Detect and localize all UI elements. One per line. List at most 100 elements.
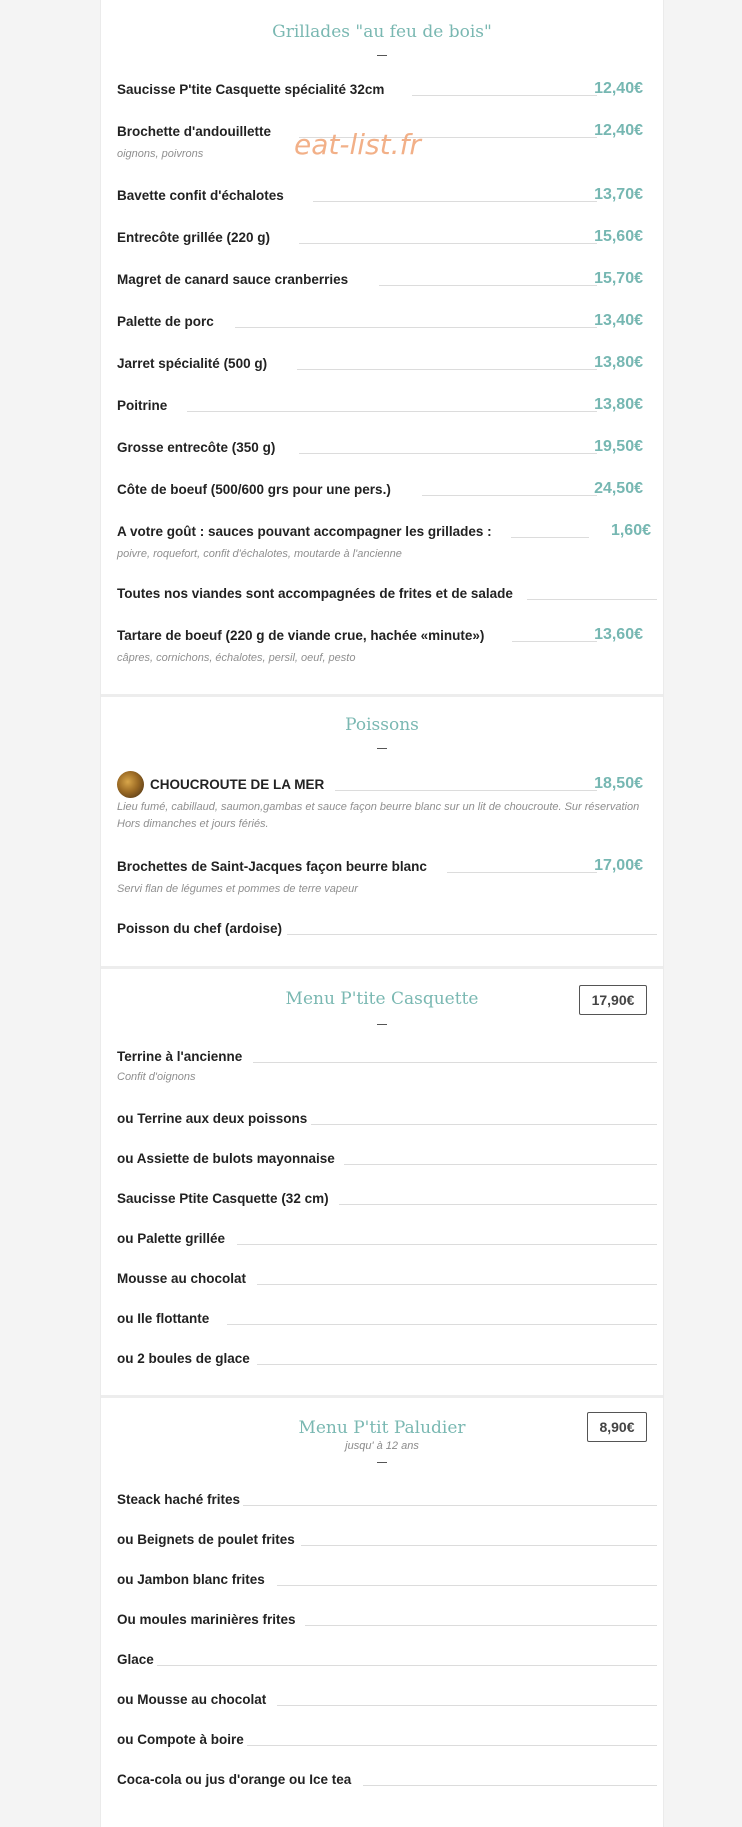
item-name: Coca-cola ou jus d'orange ou Ice tea bbox=[117, 1772, 352, 1787]
item-name: A votre goût : sauces pouvant accompagne… bbox=[117, 524, 492, 539]
menu-item: Palette de porc 13,40€ bbox=[117, 312, 661, 334]
dotted-leader bbox=[227, 1324, 657, 1325]
dotted-leader bbox=[299, 453, 597, 454]
menu-item: Steack haché frites bbox=[117, 1492, 661, 1512]
item-price: 18,50€ bbox=[594, 775, 643, 792]
dotted-leader bbox=[311, 1124, 657, 1125]
item-description: Confit d'oignons bbox=[117, 1071, 196, 1083]
item-price: 13,80€ bbox=[594, 396, 643, 413]
dotted-leader bbox=[305, 1625, 657, 1626]
menu-item: ou Terrine aux deux poissons bbox=[117, 1111, 661, 1131]
item-description: Lieu fumé, cabillaud, saumon,gambas et s… bbox=[117, 801, 640, 830]
menu-item: ou Beignets de poulet frites bbox=[117, 1532, 661, 1552]
dotted-leader bbox=[157, 1665, 657, 1666]
menu-item: Saucisse P'tite Casquette spécialité 32c… bbox=[117, 80, 661, 102]
menu-item: Terrine à l'ancienne bbox=[117, 1049, 661, 1069]
item-name: ou Beignets de poulet frites bbox=[117, 1532, 295, 1547]
menu-item: ou Compote à boire bbox=[117, 1732, 661, 1752]
dotted-leader bbox=[412, 95, 597, 96]
menu-item: Toutes nos viandes sont accompagnées de … bbox=[117, 586, 661, 606]
menu-item: A votre goût : sauces pouvant accompagne… bbox=[117, 522, 661, 544]
item-name: Poisson du chef (ardoise) bbox=[117, 921, 283, 936]
item-price: 19,50€ bbox=[594, 438, 643, 455]
dotted-leader bbox=[299, 243, 597, 244]
item-price: 15,70€ bbox=[594, 270, 643, 287]
item-price: 24,50€ bbox=[594, 480, 643, 497]
dotted-leader bbox=[287, 934, 657, 935]
dotted-leader bbox=[187, 411, 597, 412]
item-price: 12,40€ bbox=[594, 80, 643, 97]
menu-item: Poitrine 13,80€ bbox=[117, 396, 661, 418]
item-name: CHOUCROUTE DE LA MER bbox=[150, 777, 325, 792]
item-name: Poitrine bbox=[117, 398, 168, 413]
menu-item: Brochettes de Saint-Jacques façon beurre… bbox=[117, 857, 661, 879]
item-name: ou Jambon blanc frites bbox=[117, 1572, 265, 1587]
item-name: Palette de porc bbox=[117, 314, 214, 329]
item-description: Servi flan de légumes et pommes de terre… bbox=[117, 883, 358, 895]
section-title: Grillades "au feu de bois" bbox=[272, 22, 492, 42]
dotted-leader bbox=[297, 369, 597, 370]
menu-item: ou 2 boules de glace bbox=[117, 1351, 661, 1371]
item-name: Ou moules marinières frites bbox=[117, 1612, 296, 1627]
item-name: ou Assiette de bulots mayonnaise bbox=[117, 1151, 335, 1166]
menu-item: ou Jambon blanc frites bbox=[117, 1572, 661, 1592]
item-name: Glace bbox=[117, 1652, 154, 1667]
menu-price-badge: 17,90€ bbox=[579, 985, 647, 1015]
dotted-leader bbox=[447, 872, 597, 873]
item-price: 13,80€ bbox=[594, 354, 643, 371]
item-name: Mousse au chocolat bbox=[117, 1271, 247, 1286]
item-price: 13,40€ bbox=[594, 312, 643, 329]
item-description: poivre, roquefort, confit d'échalotes, m… bbox=[117, 548, 402, 560]
menu-item: ou Mousse au chocolat bbox=[117, 1692, 661, 1712]
item-name: ou Palette grillée bbox=[117, 1231, 226, 1246]
item-name: ou Mousse au chocolat bbox=[117, 1692, 267, 1707]
dotted-leader bbox=[335, 790, 597, 791]
title-divider bbox=[377, 748, 387, 749]
menu-price-badge: 8,90€ bbox=[587, 1412, 647, 1442]
menu-item: ou Ile flottante bbox=[117, 1311, 661, 1331]
section-title: Poissons bbox=[345, 715, 419, 735]
menu-item: Côte de boeuf (500/600 grs pour une pers… bbox=[117, 480, 661, 502]
item-description: câpres, cornichons, échalotes, persil, o… bbox=[117, 652, 356, 664]
menu-item: ou Assiette de bulots mayonnaise bbox=[117, 1151, 661, 1171]
menu-item: Mousse au chocolat bbox=[117, 1271, 661, 1291]
section-subtitle: jusqu' à 12 ans bbox=[345, 1440, 419, 1452]
watermark: eat-list.fr bbox=[294, 128, 421, 161]
dotted-leader bbox=[257, 1284, 657, 1285]
item-name: ou Ile flottante bbox=[117, 1311, 210, 1326]
dotted-leader bbox=[379, 285, 597, 286]
menu-item: Grosse entrecôte (350 g) 19,50€ bbox=[117, 438, 661, 460]
menu-item: Poisson du chef (ardoise) bbox=[117, 921, 661, 941]
title-divider bbox=[377, 1462, 387, 1463]
item-name: Brochettes de Saint-Jacques façon beurre… bbox=[117, 859, 427, 874]
item-price: 15,60€ bbox=[594, 228, 643, 245]
section-poissons: Poissons CHOUCROUTE DE LA MER 18,50€ Lie… bbox=[101, 697, 663, 969]
dotted-leader bbox=[313, 201, 597, 202]
item-name: Brochette d'andouillette bbox=[117, 124, 271, 139]
menu-item: Tartare de boeuf (220 g de viande crue, … bbox=[117, 626, 661, 648]
dotted-leader bbox=[237, 1244, 657, 1245]
dotted-leader bbox=[253, 1062, 657, 1063]
menu-item: Jarret spécialité (500 g) 13,80€ bbox=[117, 354, 661, 376]
menu-column: Grillades "au feu de bois" Saucisse P'ti… bbox=[100, 0, 664, 1827]
item-price: 12,40€ bbox=[594, 122, 643, 139]
item-name: Toutes nos viandes sont accompagnées de … bbox=[117, 586, 513, 601]
item-name: ou Terrine aux deux poissons bbox=[117, 1111, 308, 1126]
menu-item: Bavette confit d'échalotes 13,70€ bbox=[117, 186, 661, 208]
item-name: Saucisse P'tite Casquette spécialité 32c… bbox=[117, 82, 385, 97]
item-name: Grosse entrecôte (350 g) bbox=[117, 440, 276, 455]
item-name: Magret de canard sauce cranberries bbox=[117, 272, 349, 287]
item-name: Bavette confit d'échalotes bbox=[117, 188, 284, 203]
dotted-leader bbox=[344, 1164, 657, 1165]
item-name: Terrine à l'ancienne bbox=[117, 1049, 243, 1064]
title-divider bbox=[377, 1024, 387, 1025]
item-name: ou 2 boules de glace bbox=[117, 1351, 250, 1366]
dotted-leader bbox=[301, 1545, 657, 1546]
item-name: Entrecôte grillée (220 g) bbox=[117, 230, 271, 245]
menu-item: Coca-cola ou jus d'orange ou Ice tea bbox=[117, 1772, 661, 1792]
title-divider bbox=[377, 55, 387, 56]
menu-item: Glace bbox=[117, 1652, 661, 1672]
section-menu-casquette: Menu P'tite Casquette 17,90€ Terrine à l… bbox=[101, 969, 663, 1398]
section-title: Menu P'tit Paludier bbox=[298, 1418, 466, 1438]
menu-item: Magret de canard sauce cranberries 15,70… bbox=[117, 270, 661, 292]
